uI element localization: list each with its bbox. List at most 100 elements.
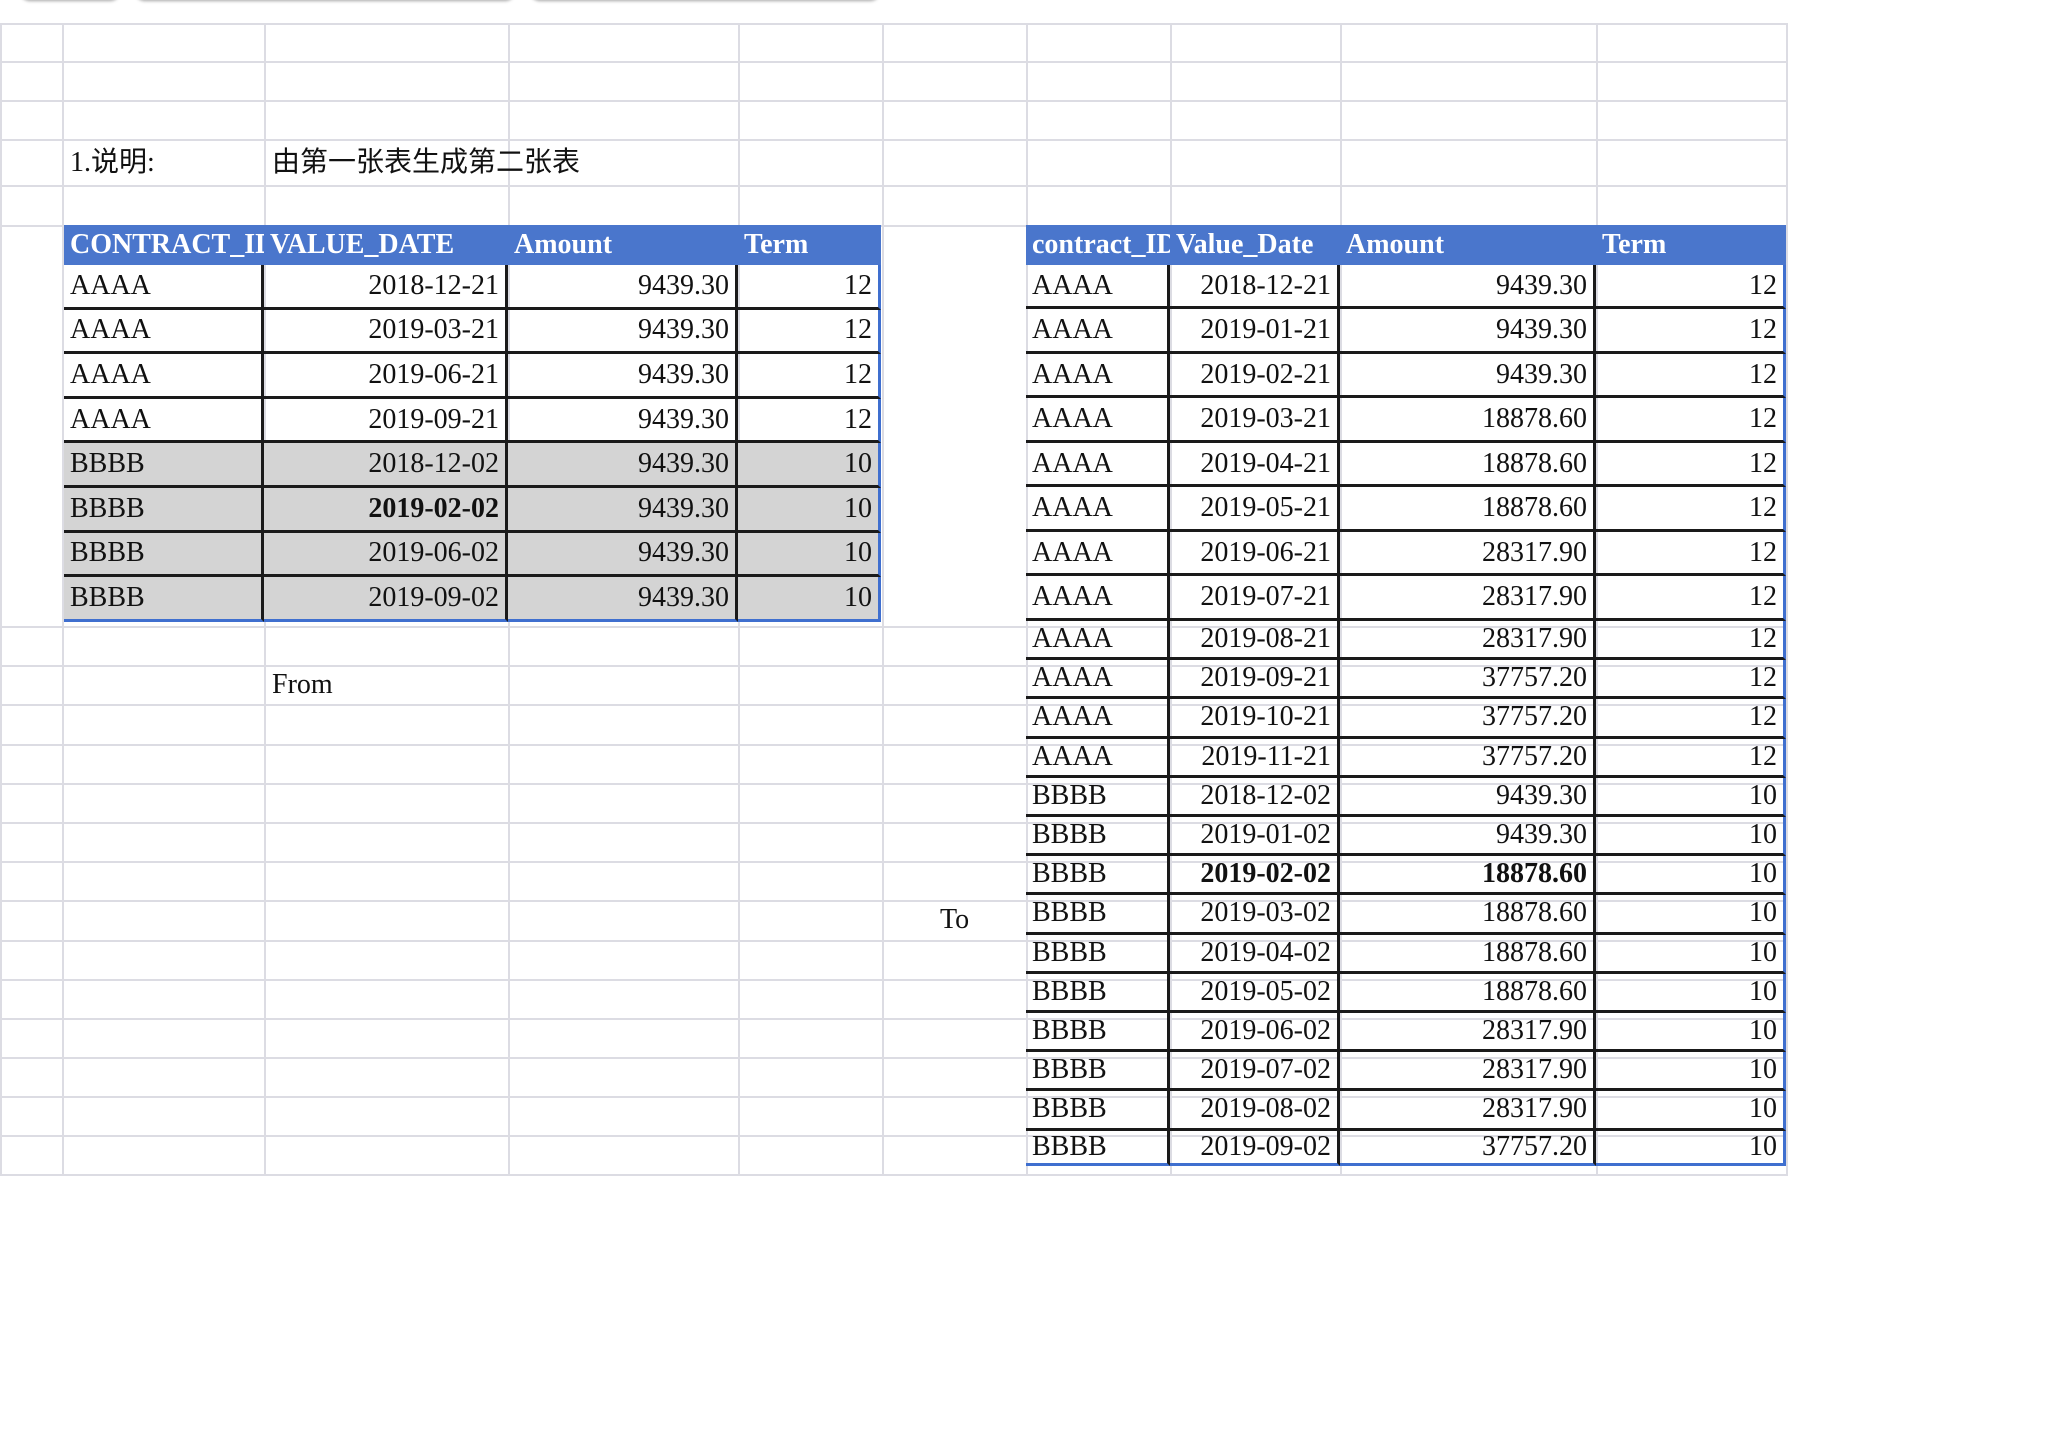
result-cell-id[interactable]: AAAA	[1026, 699, 1170, 739]
result-cell-amount[interactable]: 9439.30	[1340, 777, 1596, 817]
source-cell-term[interactable]: 12	[738, 354, 881, 399]
result-cell-id[interactable]: BBBB	[1026, 1013, 1170, 1053]
result-cell-amount[interactable]: 9439.30	[1340, 354, 1596, 398]
source-cell-id[interactable]: AAAA	[64, 398, 264, 444]
source-cell-date[interactable]: 2019-09-02	[264, 577, 508, 622]
result-cell-amount[interactable]: 37757.20	[1340, 738, 1596, 778]
result-cell-term[interactable]: 10	[1596, 1052, 1786, 1092]
result-cell-date[interactable]: 2019-04-21	[1170, 443, 1340, 487]
result-cell-amount[interactable]: 9439.30	[1340, 265, 1596, 309]
result-cell-term[interactable]: 10	[1596, 1091, 1786, 1131]
source-cell-term[interactable]: 10	[738, 443, 881, 488]
source-header-cell[interactable]: Term	[738, 225, 881, 265]
source-cell-term[interactable]: 10	[738, 488, 881, 533]
result-cell-date[interactable]: 2019-09-02	[1170, 1130, 1340, 1166]
result-cell-term[interactable]: 10	[1596, 1130, 1786, 1166]
source-cell-term[interactable]: 10	[738, 532, 881, 578]
result-cell-id[interactable]: AAAA	[1026, 265, 1170, 309]
source-cell-amount[interactable]: 9439.30	[508, 265, 738, 310]
result-cell-date[interactable]: 2018-12-02	[1170, 777, 1340, 817]
result-cell-term[interactable]: 12	[1596, 738, 1786, 778]
source-cell-amount[interactable]: 9439.30	[508, 488, 738, 533]
result-cell-amount[interactable]: 9439.30	[1340, 309, 1596, 354]
result-cell-amount[interactable]: 18878.60	[1340, 895, 1596, 935]
result-cell-term[interactable]: 10	[1596, 934, 1786, 974]
result-cell-id[interactable]: BBBB	[1026, 895, 1170, 935]
source-cell-id[interactable]: BBBB	[64, 443, 264, 488]
source-cell-id[interactable]: BBBB	[64, 488, 264, 533]
source-cell-amount[interactable]: 9439.30	[508, 577, 738, 622]
result-cell-id[interactable]: BBBB	[1026, 1052, 1170, 1092]
result-cell-date[interactable]: 2019-07-21	[1170, 576, 1340, 621]
source-cell-term[interactable]: 12	[738, 265, 881, 310]
result-cell-term[interactable]: 10	[1596, 817, 1786, 857]
source-cell-date[interactable]: 2019-06-02	[264, 532, 508, 578]
result-cell-term[interactable]: 12	[1596, 265, 1786, 309]
result-cell-term[interactable]: 12	[1596, 487, 1786, 532]
result-cell-date[interactable]: 2018-12-21	[1170, 265, 1340, 309]
source-cell-amount[interactable]: 9439.30	[508, 443, 738, 488]
result-cell-amount[interactable]: 28317.90	[1340, 576, 1596, 621]
source-cell-id[interactable]: BBBB	[64, 532, 264, 578]
result-cell-amount[interactable]: 18878.60	[1340, 856, 1596, 896]
result-header-cell[interactable]: contract_ID	[1026, 225, 1170, 265]
result-cell-amount[interactable]: 28317.90	[1340, 532, 1596, 576]
result-cell-id[interactable]: AAAA	[1026, 660, 1170, 700]
source-header-cell[interactable]: VALUE_DATE	[264, 225, 508, 265]
result-cell-id[interactable]: AAAA	[1026, 487, 1170, 532]
result-cell-date[interactable]: 2019-05-02	[1170, 973, 1340, 1013]
source-cell-date[interactable]: 2019-09-21	[264, 398, 508, 444]
source-cell-date[interactable]: 2018-12-02	[264, 443, 508, 488]
result-cell-term[interactable]: 10	[1596, 1013, 1786, 1053]
result-cell-id[interactable]: AAAA	[1026, 576, 1170, 621]
result-cell-amount[interactable]: 28317.90	[1340, 1091, 1596, 1131]
result-cell-amount[interactable]: 18878.60	[1340, 973, 1596, 1013]
result-cell-id[interactable]: AAAA	[1026, 532, 1170, 576]
result-cell-amount[interactable]: 37757.20	[1340, 1130, 1596, 1166]
source-cell-term[interactable]: 12	[738, 309, 881, 355]
result-cell-id[interactable]: AAAA	[1026, 309, 1170, 354]
result-cell-date[interactable]: 2019-01-02	[1170, 817, 1340, 857]
source-cell-id[interactable]: AAAA	[64, 309, 264, 355]
source-cell-amount[interactable]: 9439.30	[508, 398, 738, 444]
result-cell-term[interactable]: 12	[1596, 660, 1786, 700]
source-cell-amount[interactable]: 9439.30	[508, 354, 738, 399]
result-cell-date[interactable]: 2019-03-02	[1170, 895, 1340, 935]
source-cell-date[interactable]: 2018-12-21	[264, 265, 508, 310]
result-cell-amount[interactable]: 18878.60	[1340, 443, 1596, 487]
result-cell-term[interactable]: 12	[1596, 532, 1786, 576]
result-cell-term[interactable]: 12	[1596, 398, 1786, 443]
source-cell-date[interactable]: 2019-02-02	[264, 488, 508, 533]
result-header-cell[interactable]: Term	[1596, 225, 1786, 265]
result-cell-id[interactable]: BBBB	[1026, 1091, 1170, 1131]
result-cell-id[interactable]: BBBB	[1026, 817, 1170, 857]
source-header-cell[interactable]: Amount	[508, 225, 738, 265]
result-cell-date[interactable]: 2019-06-21	[1170, 532, 1340, 576]
result-cell-id[interactable]: BBBB	[1026, 973, 1170, 1013]
result-cell-date[interactable]: 2019-09-21	[1170, 660, 1340, 700]
result-header-cell[interactable]: Value_Date	[1170, 225, 1340, 265]
source-cell-term[interactable]: 12	[738, 398, 881, 444]
result-cell-id[interactable]: BBBB	[1026, 1130, 1170, 1166]
result-cell-amount[interactable]: 37757.20	[1340, 699, 1596, 739]
result-cell-date[interactable]: 2019-05-21	[1170, 487, 1340, 532]
result-cell-term[interactable]: 12	[1596, 699, 1786, 739]
result-cell-id[interactable]: BBBB	[1026, 856, 1170, 896]
result-cell-date[interactable]: 2019-10-21	[1170, 699, 1340, 739]
result-header-cell[interactable]: Amount	[1340, 225, 1596, 265]
result-cell-amount[interactable]: 28317.90	[1340, 621, 1596, 661]
result-cell-date[interactable]: 2019-08-21	[1170, 621, 1340, 661]
result-cell-amount[interactable]: 18878.60	[1340, 487, 1596, 532]
result-cell-term[interactable]: 10	[1596, 895, 1786, 935]
result-cell-amount[interactable]: 9439.30	[1340, 817, 1596, 857]
result-cell-term[interactable]: 12	[1596, 576, 1786, 621]
result-cell-term[interactable]: 12	[1596, 443, 1786, 487]
result-cell-amount[interactable]: 28317.90	[1340, 1013, 1596, 1053]
source-cell-term[interactable]: 10	[738, 577, 881, 622]
source-cell-id[interactable]: AAAA	[64, 354, 264, 399]
source-header-cell[interactable]: CONTRACT_ID	[64, 225, 264, 265]
result-cell-date[interactable]: 2019-11-21	[1170, 738, 1340, 778]
result-cell-id[interactable]: AAAA	[1026, 443, 1170, 487]
result-cell-term[interactable]: 12	[1596, 621, 1786, 661]
result-cell-date[interactable]: 2019-08-02	[1170, 1091, 1340, 1131]
